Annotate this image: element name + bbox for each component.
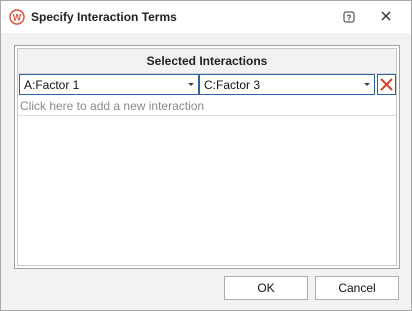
interactions-panel: Selected Interactions A:Factor 1 C:Facto… xyxy=(14,45,400,269)
first-factor-dropdown[interactable]: A:Factor 1 xyxy=(19,74,199,95)
interactions-grid: Selected Interactions A:Factor 1 C:Facto… xyxy=(17,48,397,266)
ok-button[interactable]: OK xyxy=(224,276,308,300)
dialog-window: W Specify Interaction Terms ? Selected I… xyxy=(0,0,412,311)
close-icon[interactable] xyxy=(375,7,397,27)
second-factor-value: C:Factor 3 xyxy=(204,78,261,92)
dropdown-arrow-icon[interactable] xyxy=(364,83,370,86)
delete-x-icon xyxy=(380,78,393,91)
first-factor-value: A:Factor 1 xyxy=(24,78,80,92)
svg-text:W: W xyxy=(13,13,22,23)
grid-header: Selected Interactions xyxy=(18,49,396,74)
help-icon[interactable]: ? xyxy=(338,7,360,27)
second-factor-dropdown[interactable]: C:Factor 3 xyxy=(199,74,375,95)
grid-header-label: Selected Interactions xyxy=(146,54,268,68)
app-logo-icon: W xyxy=(9,9,25,25)
dropdown-arrow-icon[interactable] xyxy=(188,83,194,86)
interaction-row: A:Factor 1 C:Factor 3 xyxy=(18,74,396,95)
dialog-body: Selected Interactions A:Factor 1 C:Facto… xyxy=(1,33,411,310)
title-bar: W Specify Interaction Terms ? xyxy=(1,1,411,33)
delete-interaction-button[interactable] xyxy=(377,74,396,95)
add-interaction-hint[interactable]: Click here to add a new interaction xyxy=(20,99,204,113)
window-title: Specify Interaction Terms xyxy=(31,10,177,24)
add-interaction-row[interactable]: Click here to add a new interaction xyxy=(18,95,396,116)
svg-text:?: ? xyxy=(347,14,352,23)
cancel-button[interactable]: Cancel xyxy=(315,276,399,300)
